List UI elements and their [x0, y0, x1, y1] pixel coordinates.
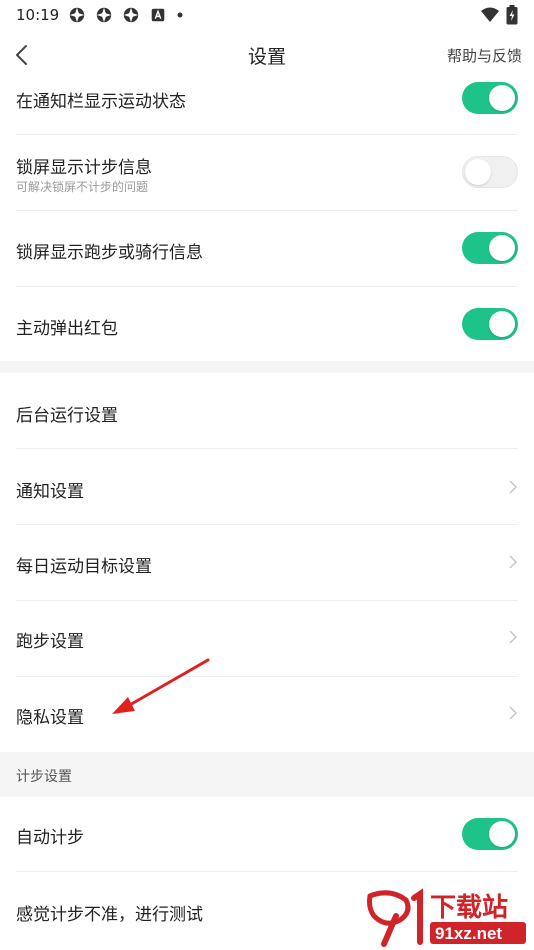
setting-sublabel: 可解决锁屏不计步的问题 — [16, 180, 149, 194]
setting-row-daily-goal[interactable]: 每日运动目标设置 — [0, 525, 534, 600]
section-title: 计步设置 — [16, 769, 72, 785]
setting-label: 锁屏显示计步信息 — [16, 158, 152, 178]
toggle-knob — [489, 821, 515, 847]
setting-row-lockscreen-steps[interactable]: 锁屏显示计步信息 可解决锁屏不计步的问题 — [0, 135, 534, 210]
setting-row-red-packet[interactable]: 主动弹出红包 — [0, 287, 534, 361]
page-title: 设置 — [247, 45, 286, 68]
app-notification-icon — [124, 7, 139, 23]
section-header-step-counting: 计步设置 — [0, 752, 534, 797]
setting-row-privacy[interactable]: 隐私设置 — [0, 677, 534, 752]
setting-label: 感觉计步不准，进行测试 — [16, 905, 203, 925]
setting-row-notification-status[interactable]: 在通知栏显示运动状态 — [0, 80, 534, 134]
chevron-right-icon — [509, 555, 518, 569]
setting-label: 锁屏显示跑步或骑行信息 — [16, 243, 203, 263]
setting-label: 通知设置 — [16, 482, 84, 502]
watermark-logo-icon: 下载站 91xz.net — [367, 888, 526, 947]
toggle-knob — [465, 159, 491, 185]
back-arrow-icon[interactable] — [10, 42, 36, 68]
toggle-knob — [489, 311, 515, 337]
setting-label: 每日运动目标设置 — [16, 557, 152, 577]
setting-label: 跑步设置 — [16, 632, 84, 652]
lockscreen-steps-toggle[interactable] — [462, 156, 518, 188]
toggle-knob — [489, 235, 515, 261]
chevron-right-icon — [509, 480, 518, 494]
setting-label: 后台运行设置 — [16, 406, 118, 426]
setting-label: 主动弹出红包 — [16, 319, 118, 339]
setting-row-background-run[interactable]: 后台运行设置 — [0, 373, 534, 448]
setting-row-lockscreen-run[interactable]: 锁屏显示跑步或骑行信息 — [0, 211, 534, 286]
status-time: 10:19 — [16, 6, 60, 24]
toggle-knob — [489, 85, 515, 111]
wifi-icon — [481, 7, 499, 22]
status-bar: 10:19 — [0, 0, 534, 30]
setting-label: 自动计步 — [16, 828, 84, 848]
app-bar: 设置 帮助与反馈 — [0, 30, 534, 80]
more-notifications-dot-icon — [177, 12, 183, 18]
battery-icon — [506, 5, 518, 25]
chevron-right-icon — [509, 706, 518, 720]
status-left: 10:19 — [16, 6, 184, 24]
watermark-domain: 91xz.net — [435, 924, 502, 943]
setting-row-auto-count[interactable]: 自动计步 — [0, 797, 534, 871]
red-packet-toggle[interactable] — [462, 308, 518, 340]
font-notification-icon — [151, 8, 165, 22]
setting-label: 在通知栏显示运动状态 — [16, 92, 186, 112]
app-notification-icon — [70, 7, 85, 23]
setting-row-notification[interactable]: 通知设置 — [0, 449, 534, 524]
app-notification-icon — [97, 7, 112, 23]
status-right — [480, 5, 518, 25]
notification-status-toggle[interactable] — [462, 82, 518, 114]
help-feedback-link[interactable]: 帮助与反馈 — [447, 45, 522, 66]
setting-label: 隐私设置 — [16, 708, 84, 728]
section-gap — [0, 361, 534, 373]
chevron-right-icon — [509, 630, 518, 644]
setting-row-running[interactable]: 跑步设置 — [0, 601, 534, 676]
lockscreen-run-toggle[interactable] — [462, 232, 518, 264]
watermark-brand: 下载站 — [430, 892, 508, 922]
auto-count-toggle[interactable] — [462, 818, 518, 850]
